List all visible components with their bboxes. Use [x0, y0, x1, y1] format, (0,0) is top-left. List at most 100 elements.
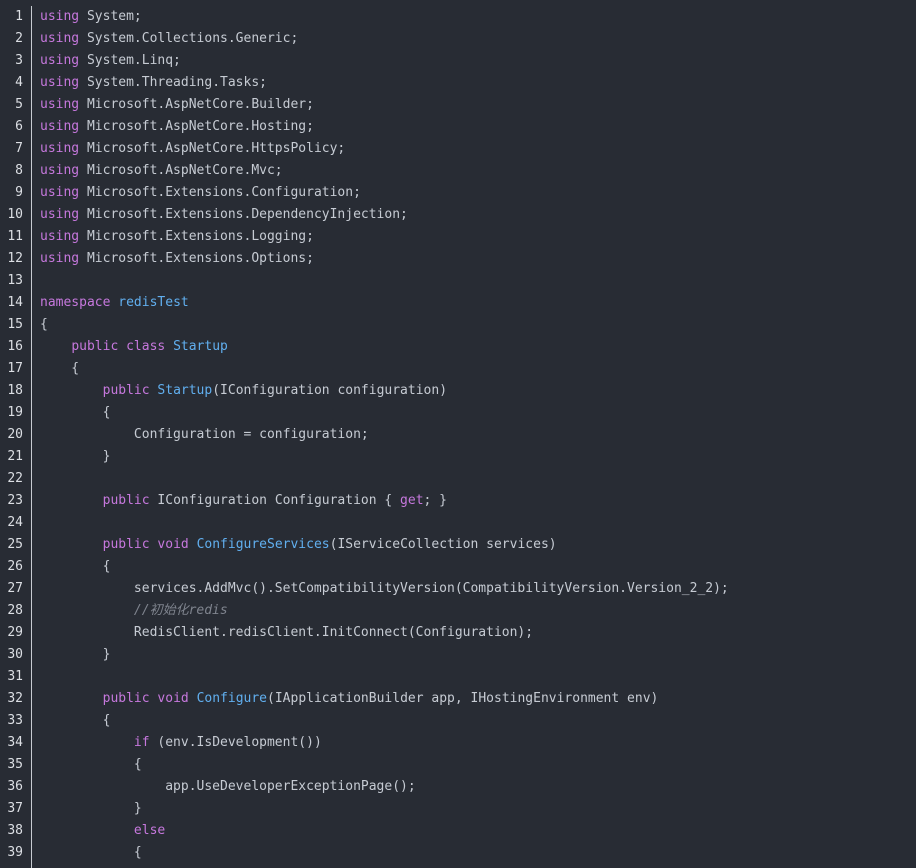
line-number: 16 — [7, 339, 23, 354]
code-keyword: public — [71, 339, 119, 354]
code-token: System.Threading.Tasks; — [79, 75, 267, 90]
code-keyword: void — [157, 537, 189, 552]
code-token: (IServiceCollection services) — [329, 537, 557, 552]
line-number: 26 — [7, 559, 23, 574]
code-token: Microsoft.AspNetCore.Builder; — [79, 97, 314, 112]
code-identifier: ConfigureServices — [196, 537, 330, 552]
code-line: { — [40, 556, 916, 578]
line-number: 29 — [7, 625, 23, 640]
code-line: using Microsoft.Extensions.Logging; — [40, 226, 916, 248]
code-line: { — [40, 842, 916, 864]
code-token: (IConfiguration configuration) — [212, 383, 448, 398]
code-line: using Microsoft.Extensions.Configuration… — [40, 182, 916, 204]
code-keyword: else — [133, 823, 166, 838]
code-token: services.AddMvc().SetCompatibilityVersio… — [40, 581, 729, 596]
code-keyword: using — [40, 185, 80, 200]
code-keyword: using — [40, 229, 80, 244]
code-token: { — [40, 405, 111, 420]
line-number: 34 — [7, 735, 23, 750]
code-line: Configuration = configuration; — [40, 424, 916, 446]
line-number: 37 — [7, 801, 23, 816]
code-comment: //初始化redis — [133, 603, 228, 618]
code-line: using System.Linq; — [40, 50, 916, 72]
line-number: 5 — [15, 97, 23, 112]
code-line: else — [40, 820, 916, 842]
code-keyword: class — [126, 339, 166, 354]
code-line: public void ConfigureServices(IServiceCo… — [40, 534, 916, 556]
code-token: } — [40, 647, 111, 662]
line-number: 30 — [7, 647, 23, 662]
code-line: { — [40, 314, 916, 336]
code-line: using Microsoft.AspNetCore.Builder; — [40, 94, 916, 116]
code-line: using System; — [40, 6, 916, 28]
line-number: 33 — [7, 713, 23, 728]
code-token: Configuration = configuration; — [40, 427, 369, 442]
code-token: Microsoft.AspNetCore.Hosting; — [79, 119, 314, 134]
code-line: using Microsoft.AspNetCore.Hosting; — [40, 116, 916, 138]
code-token: IConfiguration Configuration { — [149, 493, 401, 508]
code-line: using System.Threading.Tasks; — [40, 72, 916, 94]
code-line: } — [40, 798, 916, 820]
code-line: //初始化redis — [40, 600, 916, 622]
line-number: 23 — [7, 493, 23, 508]
line-number: 39 — [7, 845, 23, 860]
code-identifier: Startup — [157, 383, 213, 398]
code-token: Microsoft.Extensions.Options; — [79, 251, 314, 266]
line-number: 7 — [15, 141, 23, 156]
line-number: 19 — [7, 405, 23, 420]
code-line: using Microsoft.Extensions.DependencyInj… — [40, 204, 916, 226]
line-number: 17 — [7, 361, 23, 376]
line-number: 18 — [7, 383, 23, 398]
line-number: 10 — [7, 207, 23, 222]
code-identifier: Startup — [173, 339, 228, 354]
code-line: { — [40, 358, 916, 380]
code-keyword: using — [40, 53, 80, 68]
code-keyword: using — [40, 75, 80, 90]
code-keyword: if — [133, 735, 150, 750]
code-line: using Microsoft.Extensions.Options; — [40, 248, 916, 270]
code-token: { — [40, 317, 48, 332]
code-editor[interactable]: 1 2 3 4 5 6 7 8 9 10 11 12 13 14 15 16 17 18 19 20 21 22 23 24 2… — [0, 0, 916, 868]
code-token: { — [40, 757, 142, 772]
line-number: 14 — [7, 295, 23, 310]
line-number: 31 — [7, 669, 23, 684]
line-number: 28 — [7, 603, 23, 618]
code-token: Microsoft.Extensions.Logging; — [79, 229, 314, 244]
code-keyword: namespace — [40, 295, 111, 310]
code-token: System; — [79, 9, 142, 24]
code-line: services.AddMvc().SetCompatibilityVersio… — [40, 578, 916, 600]
code-token: app.UseDeveloperExceptionPage(); — [40, 779, 416, 794]
code-line: using Microsoft.AspNetCore.HttpsPolicy; — [40, 138, 916, 160]
code-area[interactable]: using System; using System.Collections.Ge… — [40, 6, 916, 864]
code-token: { — [40, 559, 111, 574]
code-line: app.UseDeveloperExceptionPage(); — [40, 776, 916, 798]
line-number: 12 — [7, 251, 23, 266]
line-number: 32 — [7, 691, 23, 706]
code-token: (env.IsDevelopment()) — [149, 735, 322, 750]
code-token: Microsoft.AspNetCore.HttpsPolicy; — [79, 141, 346, 156]
code-line: public class Startup — [40, 336, 916, 358]
code-keyword: using — [40, 251, 80, 266]
code-line: public void Configure(IApplicationBuilde… — [40, 688, 916, 710]
line-number: 2 — [15, 31, 23, 46]
line-number: 4 — [15, 75, 23, 90]
code-keyword: using — [40, 9, 80, 24]
code-keyword: public — [102, 383, 150, 398]
line-number: 36 — [7, 779, 23, 794]
code-line: { — [40, 754, 916, 776]
line-number: 15 — [7, 317, 23, 332]
line-number: 22 — [7, 471, 23, 486]
line-number: 25 — [7, 537, 23, 552]
